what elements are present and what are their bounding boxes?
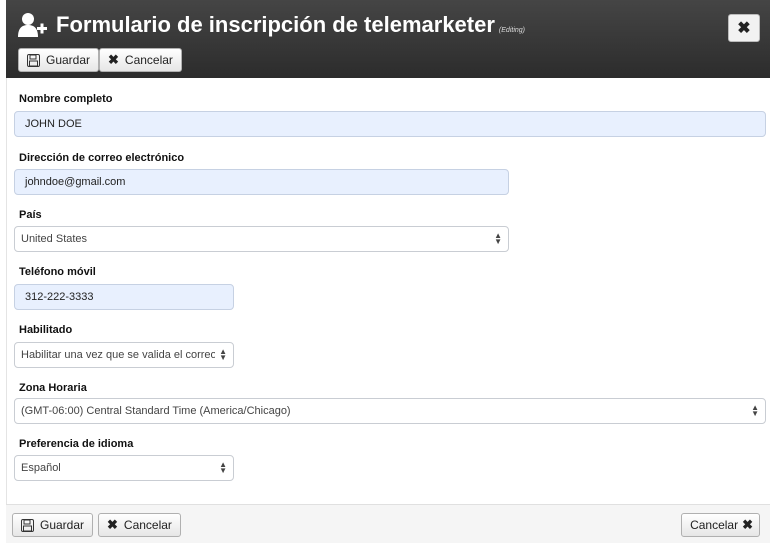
cancel-button[interactable]: ✖ Cancelar (99, 48, 182, 72)
editing-indicator: (Editing) (498, 26, 525, 34)
footer-save-button[interactable]: Guardar (12, 513, 94, 537)
timezone-label: Zona Horaria (19, 382, 87, 394)
name-label: Nombre completo (19, 93, 113, 105)
timezone-select-value: (GMT-06:00) Central Standard Time (Ameri… (21, 405, 291, 417)
phone-field[interactable]: 312-222-3333 (14, 284, 234, 310)
footer-cancel-right-button[interactable]: Cancelar ✖ (681, 513, 760, 537)
country-select[interactable]: United States ▲ ▼ (14, 226, 509, 252)
footer-cancel-button[interactable]: ✖ Cancelar (98, 513, 181, 537)
email-label: Dirección de correo electrónico (19, 152, 185, 164)
footer-cancel-right-label: Cancelar (690, 518, 739, 532)
email-field[interactable]: johndoe@gmail.com (14, 169, 509, 195)
dialog-footer: Guardar ✖ Cancelar Cancelar ✖ (6, 504, 770, 543)
dialog-title-row: Formulario de inscripción de telemarkete… (18, 10, 525, 40)
dialog-title: Formulario de inscripción de telemarkete… (56, 12, 495, 37)
dialog-header: Formulario de inscripción de telemarkete… (6, 0, 770, 78)
language-label: Preferencia de idioma (19, 438, 134, 450)
email-field-value: johndoe@gmail.com (25, 176, 126, 188)
dialog-border (6, 78, 7, 504)
select-arrows-icon: ▲ ▼ (494, 231, 502, 246)
footer-save-button-label: Guardar (40, 518, 85, 532)
cancel-button-label: Cancelar (124, 53, 173, 67)
name-field-value: JOHN DOE (25, 118, 82, 130)
select-arrows-icon: ▲ ▼ (219, 460, 227, 475)
phone-label: Teléfono móvil (19, 266, 96, 278)
name-field[interactable]: JOHN DOE (14, 111, 766, 137)
enabled-select-value: Habilitar una vez que se valida el corre… (21, 349, 215, 361)
footer-cancel-button-label: Cancelar (123, 518, 172, 532)
language-select-value: Español (21, 462, 61, 474)
close-icon: ✖ (737, 20, 751, 37)
country-label: País (19, 209, 42, 221)
close-icon: ✖ (108, 52, 119, 67)
floppy-disk-icon (21, 518, 34, 532)
enabled-select[interactable]: Habilitar una vez que se valida el corre… (14, 342, 234, 368)
select-arrows-icon: ▲ ▼ (751, 403, 759, 418)
phone-field-value: 312-222-3333 (25, 291, 94, 303)
select-arrows-icon: ▲ ▼ (219, 347, 227, 362)
close-button[interactable]: ✖ (728, 14, 760, 42)
close-icon: ✖ (742, 517, 753, 532)
user-plus-icon (18, 13, 47, 37)
floppy-disk-icon (27, 53, 40, 67)
save-button[interactable]: Guardar (18, 48, 100, 72)
timezone-select[interactable]: (GMT-06:00) Central Standard Time (Ameri… (14, 398, 766, 424)
close-icon: ✖ (107, 517, 118, 532)
language-select[interactable]: Español ▲ ▼ (14, 455, 234, 481)
enabled-label: Habilitado (19, 324, 73, 336)
save-button-label: Guardar (46, 53, 91, 67)
country-select-value: United States (21, 233, 88, 245)
